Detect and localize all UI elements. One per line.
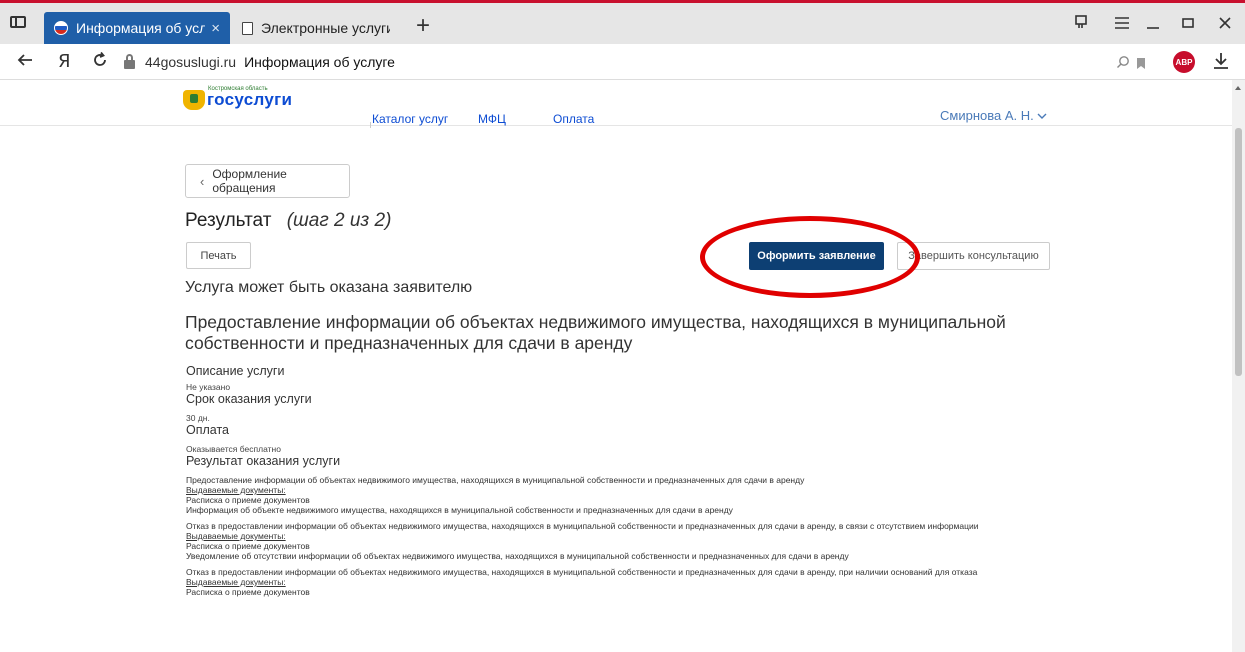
browser-tab-strip: Информация об услуге × Электронные услуг… [0, 0, 1245, 44]
logo-region-text: Костромская область [208, 86, 268, 92]
result-item-text: Отказ в предоставлении информации об объ… [186, 521, 979, 531]
page-title-text: Результат [185, 210, 272, 231]
chevron-down-icon [1037, 108, 1047, 123]
tab-strip-accent-line [0, 0, 1245, 3]
region-emblem-icon [183, 90, 205, 110]
back-button-label: Оформление обращения [212, 167, 287, 195]
main-content: ‹ Оформление обращения Результат (шаг 2 … [0, 126, 1232, 652]
address-bar[interactable]: 44gosuslugi.ru Информация об услуге [124, 48, 1169, 76]
tab-label: Электронные услуги [261, 20, 390, 36]
scroll-up-arrow-icon[interactable] [1235, 86, 1241, 90]
site-header: Костромская область госуслуги Каталог ус… [0, 80, 1232, 128]
url-page-title: Информация об услуге [244, 54, 395, 70]
logo-text: госуслуги [207, 90, 293, 109]
issued-document: Расписка о приеме документов [186, 495, 310, 505]
result-item: Отказ в предоставлении информации об объ… [186, 521, 1066, 561]
print-button[interactable]: Печать [186, 242, 251, 269]
bookmark-icon[interactable] [1136, 54, 1146, 76]
service-title: Предоставление информации об объектах не… [185, 312, 1006, 353]
finish-consultation-button[interactable]: Завершить консультацию [897, 242, 1050, 270]
back-to-application-button[interactable]: ‹ Оформление обращения [185, 164, 350, 198]
minimize-icon[interactable] [1146, 14, 1160, 35]
close-window-icon[interactable] [1218, 14, 1232, 35]
menu-icon[interactable] [1114, 14, 1130, 35]
user-name: Смирнова А. Н. [940, 108, 1034, 123]
description-heading: Описание услуги [186, 364, 285, 378]
term-heading: Срок оказания услуги [186, 392, 312, 406]
nav-payment-link[interactable]: Оплата [553, 112, 594, 126]
url-domain: 44gosuslugi.ru [145, 54, 237, 70]
document-icon [242, 21, 253, 35]
issued-documents-label: Выдаваемые документы: [186, 577, 286, 587]
result-item-text: Предоставление информации об объектах не… [186, 475, 805, 485]
browser-tab-inactive[interactable]: Электронные услуги [232, 12, 400, 44]
back-arrow-icon[interactable] [16, 51, 34, 75]
availability-message: Услуга может быть оказана заявителю [185, 279, 473, 296]
new-tab-button[interactable]: + [416, 14, 430, 38]
gosuslugi-logo[interactable]: Костромская область госуслуги [183, 86, 293, 110]
result-item: Предоставление информации об объектах не… [186, 475, 1066, 515]
chevron-left-icon: ‹ [200, 173, 205, 189]
lock-icon [124, 53, 135, 69]
yandex-logo-icon[interactable]: Я [58, 51, 71, 72]
tab-label: Информация об услуге [76, 20, 206, 36]
address-bar-row: Я 44gosuslugi.ru Информация об услуге AB… [0, 44, 1245, 80]
tabs-panel-icon[interactable] [10, 16, 26, 28]
step-indicator: (шаг 2 из 2) [286, 210, 392, 231]
result-heading: Результат оказания услуги [186, 454, 341, 468]
submit-application-button[interactable]: Оформить заявление [749, 242, 884, 270]
tab-manager-icon[interactable] [1074, 14, 1090, 35]
reload-icon[interactable] [91, 51, 109, 75]
issued-document: Информация об объекте недвижимого имущес… [186, 505, 733, 515]
description-value: Не указано [186, 382, 231, 392]
service-details: Описание услуги Не указано Срок оказания… [186, 364, 1066, 597]
browser-tab-active[interactable]: Информация об услуге × [44, 12, 230, 44]
term-value: 30 дн. [186, 413, 210, 423]
user-menu[interactable]: Смирнова А. Н. [940, 108, 1047, 123]
download-icon[interactable] [1213, 52, 1229, 76]
scroll-thumb[interactable] [1235, 128, 1242, 376]
page-title: Результат (шаг 2 из 2) [185, 210, 391, 232]
result-item-text: Отказ в предоставлении информации об объ… [186, 567, 978, 577]
maximize-icon[interactable] [1181, 14, 1195, 35]
payment-heading: Оплата [186, 423, 229, 437]
issued-document: Уведомление об отсутствии информации об … [186, 551, 849, 561]
payment-value: Оказывается бесплатно [186, 444, 281, 454]
issued-documents-label: Выдаваемые документы: [186, 531, 286, 541]
issued-document: Расписка о приеме документов [186, 541, 310, 551]
nav-catalog-link[interactable]: Каталог услуг [372, 112, 448, 126]
close-icon[interactable]: × [211, 20, 220, 37]
issued-document: Расписка о приеме документов [186, 587, 310, 597]
search-icon[interactable] [1116, 53, 1130, 75]
issued-documents-label: Выдаваемые документы: [186, 485, 286, 495]
page-scrollbar[interactable] [1232, 80, 1245, 652]
gosuslugi-favicon-icon [54, 21, 68, 35]
adblock-icon[interactable]: ABP [1173, 51, 1195, 73]
nav-mfc-link[interactable]: МФЦ [478, 112, 506, 126]
result-item: Отказ в предоставлении информации об объ… [186, 567, 1066, 597]
